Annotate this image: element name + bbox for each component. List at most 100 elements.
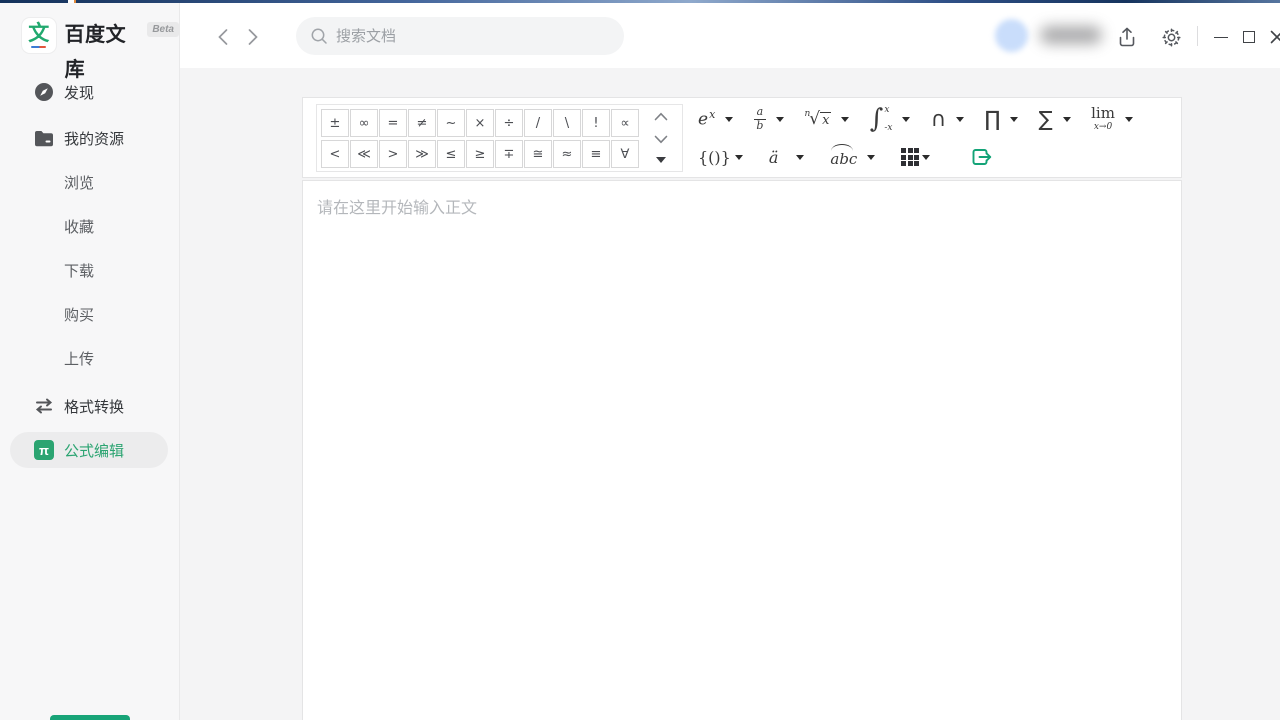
matrix-grid-icon bbox=[901, 148, 919, 166]
dropdown-caret-icon bbox=[841, 117, 849, 122]
editor-placeholder: 请在这里开始输入正文 bbox=[317, 194, 477, 218]
symbol-button[interactable]: ! bbox=[582, 109, 610, 137]
symbol-button[interactable]: ≫ bbox=[408, 140, 436, 168]
symbol-button[interactable]: < bbox=[321, 140, 349, 168]
template-integral-button[interactable]: ∫x-x bbox=[870, 105, 911, 133]
symbol-button[interactable]: ≅ bbox=[524, 140, 552, 168]
symbol-row-1: ±∞=≠~×÷/\!∝ bbox=[321, 109, 639, 137]
template-widehat-button[interactable]: abc bbox=[830, 147, 875, 168]
dropdown-caret-icon bbox=[1063, 117, 1071, 122]
swap-icon bbox=[34, 396, 54, 416]
maximize-icon[interactable] bbox=[1238, 26, 1260, 48]
folder-icon bbox=[34, 128, 54, 148]
gear-icon[interactable] bbox=[1160, 26, 1182, 48]
symbol-button[interactable]: ∝ bbox=[611, 109, 639, 137]
symbol-button[interactable]: ≤ bbox=[437, 140, 465, 168]
sidebar-item-discover[interactable]: 发现 bbox=[0, 78, 180, 106]
topbar-separator bbox=[1197, 26, 1198, 46]
beta-badge: Beta bbox=[147, 22, 179, 37]
sidebar-item-label: 上传 bbox=[64, 348, 94, 369]
pi-icon: π bbox=[34, 440, 54, 460]
symbol-row-2: <≪>≫≤≥∓≅≈≡∀ bbox=[321, 140, 639, 168]
sidebar-item-label: 我的资源 bbox=[64, 128, 124, 149]
compass-icon bbox=[34, 82, 54, 102]
symbol-button[interactable]: ~ bbox=[437, 109, 465, 137]
template-radical-button[interactable]: n√x bbox=[804, 111, 849, 128]
template-row-1: ex ab n√x ∫x-x ∩ bbox=[698, 103, 1133, 135]
dropdown-caret-icon bbox=[1010, 117, 1018, 122]
minimize-icon[interactable] bbox=[1210, 26, 1232, 48]
dropdown-caret-icon bbox=[922, 155, 930, 160]
logo-glyph: 文 bbox=[28, 23, 49, 44]
triangle-down-icon[interactable] bbox=[656, 157, 666, 163]
sidebar-bottom-button-edge[interactable] bbox=[50, 715, 130, 720]
logo-underline bbox=[31, 46, 46, 49]
symbol-button[interactable]: ± bbox=[321, 109, 349, 137]
dropdown-caret-icon bbox=[776, 117, 784, 122]
sidebar-item-label: 公式编辑 bbox=[64, 440, 124, 461]
template-product-button[interactable]: ∏ bbox=[984, 107, 1018, 131]
avatar[interactable] bbox=[995, 19, 1028, 52]
template-matrix-button[interactable] bbox=[901, 148, 930, 166]
symbol-button[interactable]: ≠ bbox=[408, 109, 436, 137]
topbar bbox=[180, 3, 1280, 68]
sidebar-item-favorites[interactable]: 收藏 bbox=[0, 212, 180, 240]
sidebar-item-label: 发现 bbox=[64, 82, 94, 103]
symbol-button[interactable]: ≈ bbox=[553, 140, 581, 168]
sidebar-item-my-resources[interactable]: 我的资源 bbox=[0, 124, 180, 152]
symbol-button[interactable]: × bbox=[466, 109, 494, 137]
symbol-button[interactable]: ≥ bbox=[466, 140, 494, 168]
template-exponent-button[interactable]: ex bbox=[698, 108, 733, 130]
dropdown-caret-icon bbox=[735, 155, 743, 160]
sidebar-item-formula-editor-content[interactable]: π 公式编辑 bbox=[0, 436, 180, 464]
dropdown-caret-icon bbox=[867, 155, 875, 160]
symbol-button[interactable]: > bbox=[379, 140, 407, 168]
sidebar-item-label: 浏览 bbox=[64, 172, 94, 193]
sidebar-item-upload[interactable]: 上传 bbox=[0, 344, 180, 372]
dropdown-caret-icon bbox=[956, 117, 964, 122]
template-fraction-button[interactable]: ab bbox=[754, 106, 785, 131]
template-row-2: {()} ä abc bbox=[698, 141, 1158, 173]
editor-panel[interactable]: 请在这里开始输入正文 bbox=[302, 180, 1182, 720]
palette-scroll-controls bbox=[643, 105, 679, 171]
symbol-button[interactable]: ∞ bbox=[350, 109, 378, 137]
symbol-button[interactable]: ∀ bbox=[611, 140, 639, 168]
template-accent-button[interactable]: ä bbox=[769, 148, 805, 167]
template-intersection-button[interactable]: ∩ bbox=[931, 107, 964, 131]
symbol-button[interactable]: = bbox=[379, 109, 407, 137]
sidebar-item-label: 格式转换 bbox=[64, 396, 124, 417]
sidebar-item-label: 收藏 bbox=[64, 216, 94, 237]
chevron-up-icon[interactable] bbox=[654, 112, 668, 121]
share-icon[interactable] bbox=[1116, 26, 1138, 48]
main-content: ±∞=≠~×÷/\!∝ <≪>≫≤≥∓≅≈≡∀ ex ab bbox=[180, 68, 1280, 720]
sidebar: 文 百度文库 Beta 发现 我的资源 浏览 收藏 下载 购买 上传 bbox=[0, 3, 180, 720]
search-input[interactable] bbox=[336, 28, 596, 45]
forward-icon[interactable] bbox=[244, 27, 262, 47]
sidebar-item-downloads[interactable]: 下载 bbox=[0, 256, 180, 284]
username-blurred bbox=[1040, 26, 1102, 44]
search-bar[interactable] bbox=[296, 17, 624, 55]
symbol-button[interactable]: ÷ bbox=[495, 109, 523, 137]
symbol-palette: ±∞=≠~×÷/\!∝ <≪>≫≤≥∓≅≈≡∀ bbox=[316, 104, 683, 172]
symbol-button[interactable]: / bbox=[524, 109, 552, 137]
symbol-button[interactable]: ≡ bbox=[582, 140, 610, 168]
sidebar-item-label: 下载 bbox=[64, 260, 94, 281]
dropdown-caret-icon bbox=[902, 117, 910, 122]
sidebar-item-format-convert[interactable]: 格式转换 bbox=[0, 392, 180, 420]
back-icon[interactable] bbox=[214, 27, 232, 47]
template-limit-button[interactable]: limx→0 bbox=[1091, 106, 1133, 132]
wenku-logo-icon: 文 bbox=[22, 18, 56, 53]
template-summation-button[interactable]: ∑ bbox=[1039, 107, 1071, 131]
template-brackets-button[interactable]: {()} bbox=[698, 148, 743, 167]
sidebar-item-browse[interactable]: 浏览 bbox=[0, 168, 180, 196]
dropdown-caret-icon bbox=[725, 117, 733, 122]
search-icon bbox=[310, 27, 328, 45]
chevron-down-icon[interactable] bbox=[654, 135, 668, 144]
export-icon[interactable] bbox=[970, 147, 993, 167]
symbol-button[interactable]: \ bbox=[553, 109, 581, 137]
dropdown-caret-icon bbox=[796, 155, 804, 160]
close-icon[interactable] bbox=[1266, 26, 1280, 48]
symbol-button[interactable]: ∓ bbox=[495, 140, 523, 168]
symbol-button[interactable]: ≪ bbox=[350, 140, 378, 168]
sidebar-item-purchases[interactable]: 购买 bbox=[0, 300, 180, 328]
